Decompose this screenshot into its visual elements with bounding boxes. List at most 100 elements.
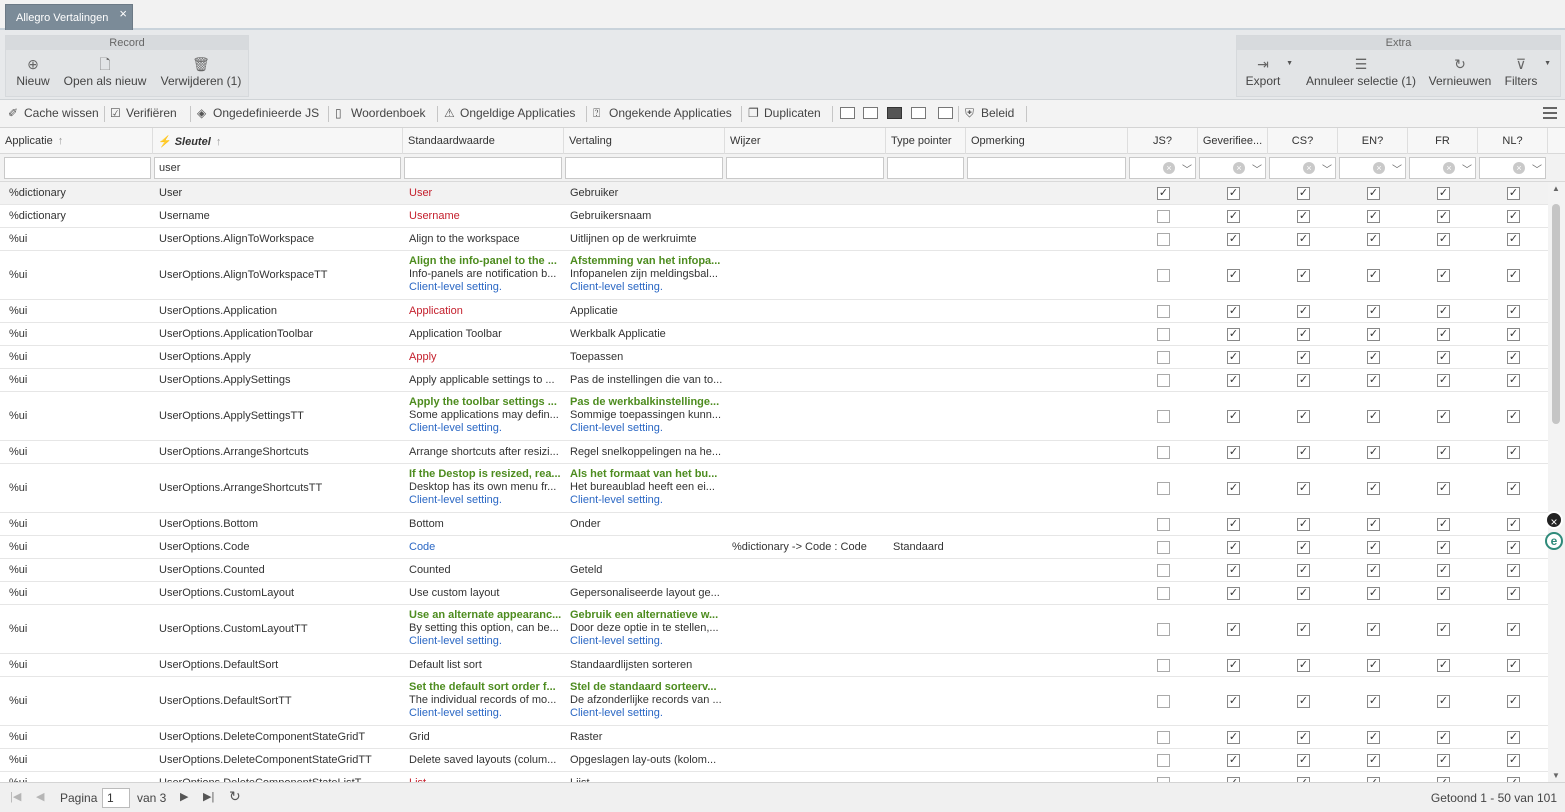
clear-icon[interactable]: × [1443, 162, 1455, 174]
checkbox[interactable]: ✓ [1367, 587, 1380, 600]
checkbox[interactable] [1157, 564, 1170, 577]
checkbox[interactable]: ✓ [1437, 210, 1450, 223]
checkbox[interactable] [1157, 351, 1170, 364]
col-applicatie[interactable]: Applicatie ↑ [0, 128, 153, 154]
export-button[interactable]: ⇥ Export ▼ [1245, 54, 1293, 88]
checkbox[interactable]: ✓ [1297, 305, 1310, 318]
checkbox[interactable]: ✓ [1297, 659, 1310, 672]
chevron-down-icon[interactable]: ﹀ [1462, 161, 1472, 176]
checkbox[interactable]: ✓ [1507, 233, 1520, 246]
checkbox[interactable]: ✓ [1367, 541, 1380, 554]
checkbox[interactable]: ✓ [1507, 187, 1520, 200]
checkbox[interactable]: ✓ [1227, 446, 1240, 459]
clear-icon[interactable]: × [1303, 162, 1315, 174]
col-opmerking[interactable]: Opmerking [966, 128, 1128, 154]
col-js[interactable]: JS? [1128, 128, 1198, 154]
col-standaardwaarde[interactable]: Standaardwaarde [403, 128, 564, 154]
view-mode-4-icon[interactable] [911, 107, 926, 119]
view-mode-2-icon[interactable] [863, 107, 878, 119]
delete-button[interactable]: 🗑 Verwijderen (1) [159, 54, 243, 88]
checkbox[interactable]: ✓ [1437, 754, 1450, 767]
checkbox[interactable]: ✓ [1227, 305, 1240, 318]
checkbox[interactable] [1157, 482, 1170, 495]
tab-allegro-vertalingen[interactable]: Allegro Vertalingen × [5, 4, 133, 30]
checkbox[interactable]: ✓ [1297, 482, 1310, 495]
checkbox[interactable]: ✓ [1437, 410, 1450, 423]
checkbox[interactable] [1157, 269, 1170, 282]
undefined-js-button[interactable]: ◈ Ongedefinieerde JS [197, 106, 319, 120]
checkbox[interactable] [1157, 754, 1170, 767]
table-row[interactable]: %ui UserOptions.DeleteComponentStateGridT… [0, 749, 1548, 772]
checkbox[interactable]: ✓ [1437, 659, 1450, 672]
checkbox[interactable] [1157, 446, 1170, 459]
col-sleutel[interactable]: ⚡ Sleutel ↑ [153, 128, 403, 154]
checkbox[interactable] [1157, 623, 1170, 636]
clear-icon[interactable]: × [1373, 162, 1385, 174]
checkbox[interactable]: ✓ [1227, 328, 1240, 341]
next-page-icon[interactable]: ▶ [180, 790, 188, 803]
table-row[interactable]: %uiUserOptions.DeleteComponentStateListT… [0, 772, 1548, 782]
checkbox[interactable]: ✓ [1367, 623, 1380, 636]
new-button[interactable]: ⊕ Nieuw [14, 54, 52, 88]
table-row[interactable]: %ui UserOptions.AlignToWorkspaceTT Align t… [0, 251, 1548, 300]
scroll-up-icon[interactable]: ▲ [1552, 184, 1560, 193]
filter-opmerking-input[interactable] [967, 157, 1126, 179]
checkbox[interactable]: ✓ [1297, 410, 1310, 423]
checkbox[interactable]: ✓ [1297, 541, 1310, 554]
checkbox[interactable]: ✓ [1227, 233, 1240, 246]
checkbox[interactable]: ✓ [1367, 731, 1380, 744]
prev-page-icon[interactable]: ◀ [36, 790, 44, 803]
col-cs[interactable]: CS? [1268, 128, 1338, 154]
table-row[interactable]: %ui UserOptions.CustomLayoutTT Use an alte… [0, 605, 1548, 654]
checkbox[interactable]: ✓ [1507, 305, 1520, 318]
checkbox[interactable]: ✓ [1507, 587, 1520, 600]
dictionary-button[interactable]: ▯ Woordenboek [335, 106, 426, 120]
col-type-pointer[interactable]: Type pointer [886, 128, 966, 154]
checkbox[interactable]: ✓ [1297, 587, 1310, 600]
checkbox[interactable]: ✓ [1227, 410, 1240, 423]
col-nl[interactable]: NL? [1478, 128, 1548, 154]
checkbox[interactable]: ✓ [1507, 328, 1520, 341]
refresh-button[interactable]: ↻ Vernieuwen [1427, 54, 1493, 88]
table-row[interactable]: %ui UserOptions.CustomLayout Use custom la… [0, 582, 1548, 605]
checkbox[interactable]: ✓ [1437, 587, 1450, 600]
chevron-down-icon[interactable]: ﹀ [1252, 161, 1262, 176]
last-page-icon[interactable]: ▶| [203, 790, 214, 803]
checkbox[interactable] [1157, 731, 1170, 744]
checkbox[interactable]: ✓ [1507, 695, 1520, 708]
checkbox[interactable]: ✓ [1297, 187, 1310, 200]
table-row[interactable]: %ui UserOptions.Counted Counted Geteld ✓ ✓ ✓ ✓ ✓ [0, 559, 1548, 582]
policy-button[interactable]: ⛨ Beleid [965, 106, 1014, 121]
checkbox[interactable]: ✓ [1437, 564, 1450, 577]
checkbox[interactable]: ✓ [1507, 374, 1520, 387]
view-mode-1-icon[interactable] [840, 107, 855, 119]
col-geverifieerd[interactable]: Geverifiee... [1198, 128, 1268, 154]
col-fr[interactable]: FR [1408, 128, 1478, 154]
checkbox[interactable]: ✓ [1227, 482, 1240, 495]
table-row[interactable]: %ui UserOptions.Code Code %dictionary -> Co… [0, 536, 1548, 559]
checkbox[interactable]: ✓ [1367, 564, 1380, 577]
checkbox[interactable]: ✓ [1227, 269, 1240, 282]
checkbox[interactable]: ✓ [1297, 269, 1310, 282]
checkbox[interactable]: ✓ [1367, 754, 1380, 767]
checkbox[interactable]: ✓ [1367, 518, 1380, 531]
table-row[interactable]: %dictionary User User Gebruiker ✓ ✓ ✓ ✓ ✓ ✓ [0, 182, 1548, 205]
table-row[interactable]: %ui UserOptions.DefaultSortTT Set the defa… [0, 677, 1548, 726]
checkbox[interactable]: ✓ [1367, 374, 1380, 387]
view-mode-5-icon[interactable] [938, 107, 953, 119]
checkbox[interactable]: ✓ [1507, 446, 1520, 459]
checkbox[interactable]: ✓ [1227, 754, 1240, 767]
checkbox[interactable]: ✓ [1437, 187, 1450, 200]
checkbox[interactable]: ✓ [1367, 328, 1380, 341]
checkbox[interactable]: ✓ [1437, 374, 1450, 387]
checkbox[interactable] [1157, 210, 1170, 223]
checkbox[interactable]: ✓ [1367, 351, 1380, 364]
checkbox[interactable]: ✓ [1367, 482, 1380, 495]
checkbox[interactable]: ✓ [1507, 754, 1520, 767]
chevron-down-icon[interactable]: ﹀ [1322, 161, 1332, 176]
checkbox[interactable]: ✓ [1507, 269, 1520, 282]
verify-button[interactable]: ☑ Verifiëren [110, 106, 177, 120]
menu-icon[interactable] [1543, 107, 1557, 119]
side-close-icon[interactable]: × [1545, 511, 1563, 529]
close-icon[interactable]: × [119, 6, 127, 21]
